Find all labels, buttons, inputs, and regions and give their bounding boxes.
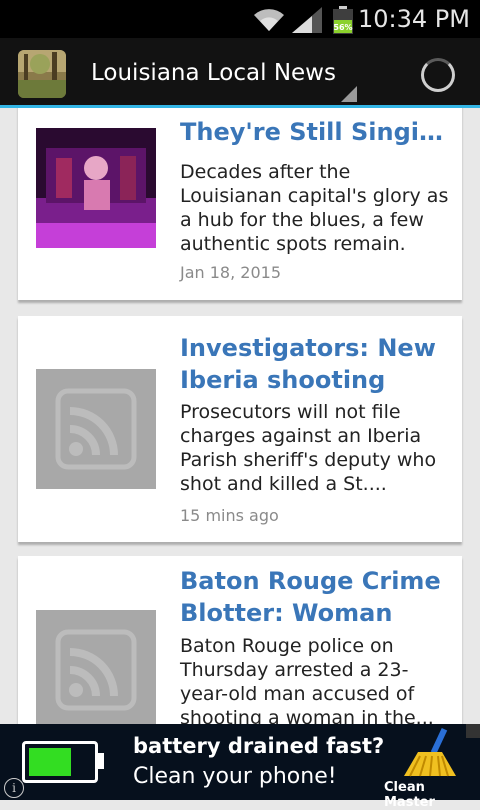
article-title-text[interactable]: Baton Rouge Crime Blotter: Woman sho...: [180, 567, 441, 629]
ad-banner[interactable]: battery drained fast? Clean your phone! …: [0, 724, 480, 810]
battery-icon: 56%: [333, 6, 353, 34]
rss-icon: [36, 610, 156, 724]
app-title[interactable]: Louisiana Local News: [91, 60, 336, 86]
article-time: Jan 18, 2015: [180, 263, 281, 282]
list-item[interactable]: Baton Rouge Crime Blotter: Woman sho... …: [18, 556, 462, 724]
article-description: Baton Rouge police on Thursday arrested …: [180, 635, 434, 724]
ad-brand[interactable]: Clean Master: [384, 780, 480, 810]
list-item[interactable]: Investigators: New Iberia shooting deat.…: [18, 316, 462, 542]
ad-headline[interactable]: battery drained fast?: [133, 734, 384, 758]
article-description: Prosecutors will not file charges agains…: [180, 401, 437, 495]
article-title-text[interactable]: Investigators: New Iberia shooting deat.…: [180, 334, 436, 396]
ad-subline[interactable]: Clean your phone!: [133, 764, 337, 789]
status-bar: 56% 10:34 PM: [0, 0, 480, 38]
wifi-icon: [254, 9, 284, 31]
article-title[interactable]: Baton Rouge Crime Blotter: Woman sho...: [180, 565, 448, 629]
dropdown-indicator-icon: [341, 86, 357, 102]
loading-spinner-icon[interactable]: [421, 58, 455, 92]
list-item[interactable]: They're Still Singing... Decades after t…: [18, 108, 462, 300]
signal-icon: [292, 7, 322, 33]
battery-tip: [98, 753, 104, 769]
article-list[interactable]: They're Still Singing... Decades after t…: [0, 108, 480, 724]
broom-icon: [404, 727, 456, 777]
battery-fill: [29, 748, 71, 776]
battery-percent: 56%: [333, 23, 353, 32]
battery-icon: [22, 741, 98, 783]
article-thumbnail: [36, 128, 156, 248]
article-time: 15 mins ago: [180, 506, 279, 525]
status-time: 10:34 PM: [358, 5, 470, 33]
ad-corner[interactable]: [466, 724, 480, 738]
article-title[interactable]: Investigators: New Iberia shooting deat.…: [180, 332, 448, 396]
action-bar: Louisiana Local News: [0, 38, 480, 108]
rss-icon: [36, 369, 156, 489]
article-title[interactable]: They're Still Singing...: [180, 116, 448, 148]
article-description: Decades after the Louisianan capital's g…: [180, 161, 449, 255]
info-icon[interactable]: i: [4, 778, 24, 798]
app-icon[interactable]: [18, 50, 66, 98]
